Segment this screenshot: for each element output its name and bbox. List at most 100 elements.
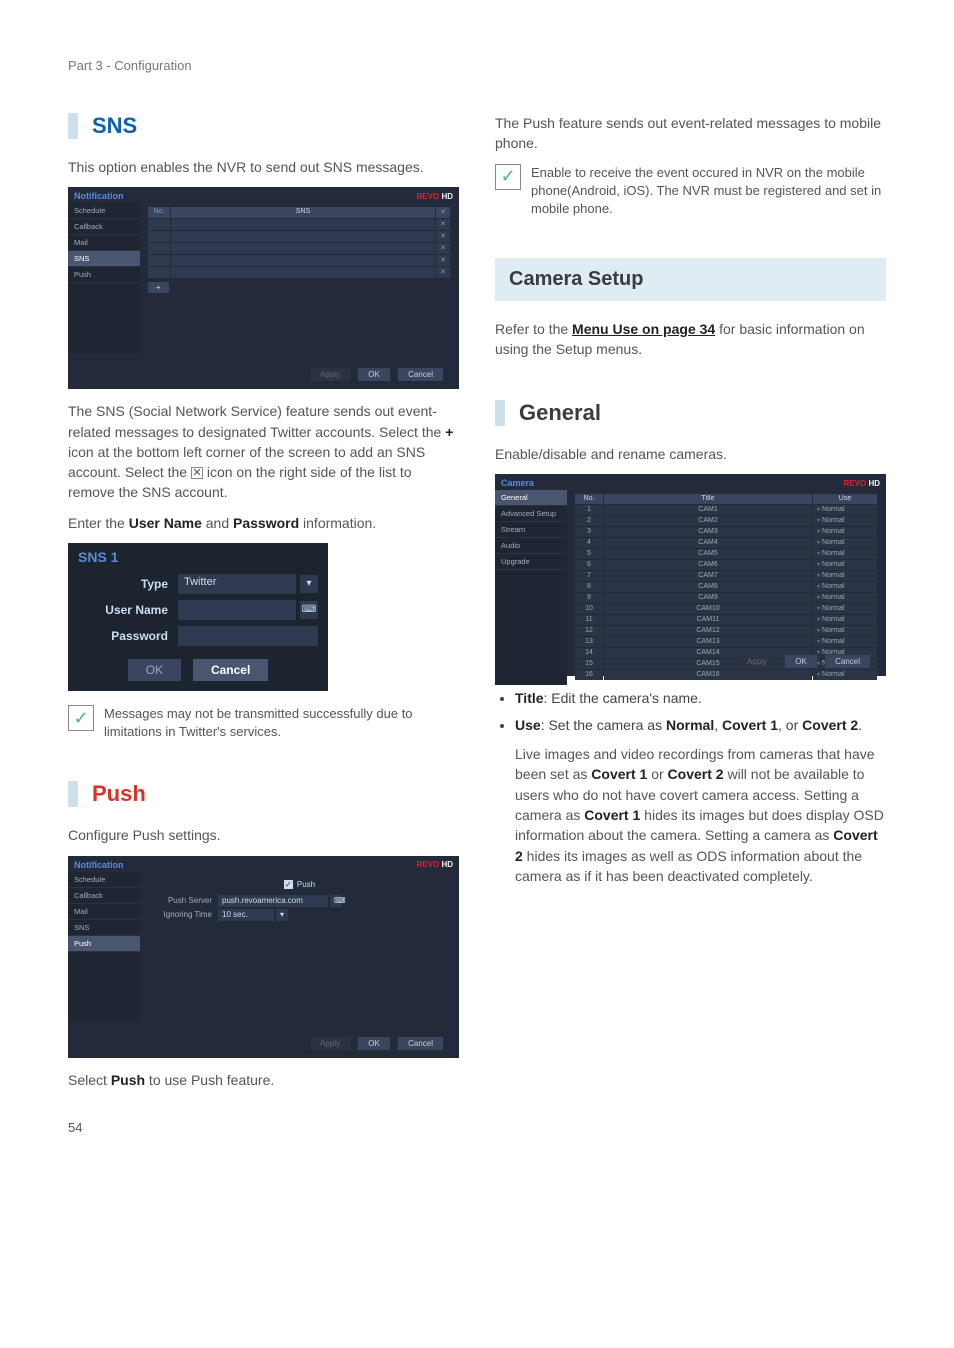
cell-no: 9	[575, 593, 603, 603]
cell-title[interactable]: CAM12	[604, 626, 812, 636]
col-header-sns: SNS	[171, 207, 435, 218]
sidebar-item[interactable]: Stream	[495, 522, 567, 538]
cell-title[interactable]: CAM13	[604, 637, 812, 647]
table-row: 6CAM6▾Normal	[575, 560, 878, 570]
cell-title[interactable]: CAM6	[604, 560, 812, 570]
tip-text: Messages may not be transmitted successf…	[104, 705, 459, 741]
remove-icon[interactable]: ✕	[436, 255, 450, 266]
cell-title[interactable]: CAM11	[604, 615, 812, 625]
sns-dialog: SNS 1 Type Twitter▾ User Name ⌨ Password…	[68, 543, 328, 691]
sidebar-item[interactable]: Advanced Setup	[495, 506, 567, 522]
cell-use-dropdown[interactable]: ▾Normal	[813, 626, 877, 636]
col-header-use: Use	[813, 494, 877, 504]
sidebar-item-active[interactable]: Push	[68, 936, 140, 952]
username-input[interactable]	[178, 600, 296, 620]
table-row: 7CAM7▾Normal	[575, 571, 878, 581]
sns-intro: This option enables the NVR to send out …	[68, 157, 459, 177]
page-number: 54	[68, 1120, 459, 1135]
push-app-screenshot: Notification REVO HD Schedule Callback M…	[68, 856, 459, 1058]
sidebar-item[interactable]: Upgrade	[495, 554, 567, 570]
sidebar-item[interactable]: Mail	[68, 904, 140, 920]
cell-use-dropdown[interactable]: ▾Normal	[813, 505, 877, 515]
sidebar-item[interactable]: Push	[68, 267, 140, 283]
cell-title[interactable]: CAM1	[604, 505, 812, 515]
push-desc: Select Push to use Push feature.	[68, 1070, 459, 1090]
cell-title[interactable]: CAM8	[604, 582, 812, 592]
cell-use-dropdown[interactable]: ▾Normal	[813, 582, 877, 592]
cancel-button[interactable]: Cancel	[398, 368, 443, 381]
sidebar-item[interactable]: Mail	[68, 235, 140, 251]
remove-icon[interactable]: ✕	[436, 231, 450, 242]
cell-use-dropdown[interactable]: ▾Normal	[813, 615, 877, 625]
general-app-screenshot: Camera REVO HD General Advanced Setup St…	[495, 474, 886, 676]
cell-use-dropdown[interactable]: ▾Normal	[813, 571, 877, 581]
bullet-title: Title: Edit the camera's name.	[515, 688, 886, 709]
cancel-button[interactable]: Cancel	[825, 655, 870, 668]
cell-no: 7	[575, 571, 603, 581]
ignore-time-label: Ignoring Time	[148, 910, 218, 919]
section-heading-general: General	[495, 400, 886, 426]
cell-title[interactable]: CAM3	[604, 527, 812, 537]
col-header-no: No.	[148, 207, 170, 218]
sidebar-item[interactable]: Audio	[495, 538, 567, 554]
table-row: 12CAM12▾Normal	[575, 626, 878, 636]
dropdown-icon[interactable]: ▾	[300, 575, 318, 593]
cell-no: 3	[575, 527, 603, 537]
sidebar-item[interactable]: Schedule	[68, 203, 140, 219]
push-checkbox[interactable]: ✓	[284, 880, 293, 889]
cell-title[interactable]: CAM10	[604, 604, 812, 614]
cell-no: 6	[575, 560, 603, 570]
cell-no: 4	[575, 538, 603, 548]
sidebar-item-active[interactable]: General	[495, 490, 567, 506]
cell-no: 15	[575, 659, 603, 669]
dialog-ok-button[interactable]: OK	[128, 659, 181, 681]
sidebar-item[interactable]: Callback	[68, 888, 140, 904]
ok-button[interactable]: OK	[358, 1037, 390, 1050]
remove-icon[interactable]: ✕	[436, 267, 450, 278]
keyboard-icon[interactable]: ⌨	[330, 895, 342, 907]
cell-title[interactable]: CAM9	[604, 593, 812, 603]
cell-use-dropdown[interactable]: ▾Normal	[813, 516, 877, 526]
apply-button[interactable]: Apply	[310, 368, 350, 381]
cell-title[interactable]: CAM7	[604, 571, 812, 581]
ignore-time-field[interactable]: 10 sec.	[218, 909, 274, 921]
cell-use-dropdown[interactable]: ▾Normal	[813, 560, 877, 570]
heading-text: General	[519, 400, 601, 426]
cell-no: 14	[575, 648, 603, 658]
cell-use-dropdown[interactable]: ▾Normal	[813, 637, 877, 647]
cell-use-dropdown[interactable]: ▾Normal	[813, 527, 877, 537]
push-top-desc: The Push feature sends out event-related…	[495, 113, 886, 154]
keyboard-icon[interactable]: ⌨	[300, 601, 318, 619]
password-input[interactable]	[178, 626, 318, 646]
sidebar-item[interactable]: Callback	[68, 219, 140, 235]
check-icon: ✓	[495, 164, 521, 190]
sidebar-item-active[interactable]: SNS	[68, 251, 140, 267]
sidebar-item[interactable]: SNS	[68, 920, 140, 936]
cell-use-dropdown[interactable]: ▾Normal	[813, 604, 877, 614]
dialog-cancel-button[interactable]: Cancel	[193, 659, 268, 681]
apply-button[interactable]: Apply	[737, 655, 777, 668]
menu-use-link[interactable]: Menu Use on page 34	[572, 321, 715, 337]
add-sns-button[interactable]: +	[148, 282, 169, 293]
cell-use-dropdown[interactable]: ▾Normal	[813, 538, 877, 548]
cell-title[interactable]: CAM4	[604, 538, 812, 548]
password-label: Password	[78, 629, 178, 643]
type-dropdown[interactable]: Twitter	[178, 574, 296, 594]
table-row: 8CAM8▾Normal	[575, 582, 878, 592]
apply-button[interactable]: Apply	[310, 1037, 350, 1050]
cell-title[interactable]: CAM5	[604, 549, 812, 559]
ok-button[interactable]: OK	[358, 368, 390, 381]
cancel-button[interactable]: Cancel	[398, 1037, 443, 1050]
dropdown-icon[interactable]: ▾	[276, 909, 288, 921]
ok-button[interactable]: OK	[785, 655, 817, 668]
heading-text: Camera Setup	[509, 268, 644, 290]
remove-icon[interactable]: ✕	[436, 243, 450, 254]
cell-use-dropdown[interactable]: ▾Normal	[813, 549, 877, 559]
brand-logo: REVO HD	[844, 479, 880, 488]
cell-use-dropdown[interactable]: ▾Normal	[813, 593, 877, 603]
breadcrumb: Part 3 - Configuration	[68, 58, 886, 73]
cell-title[interactable]: CAM2	[604, 516, 812, 526]
push-server-field[interactable]: push.revoamerica.com	[218, 895, 328, 907]
sidebar-item[interactable]: Schedule	[68, 872, 140, 888]
remove-icon[interactable]: ✕	[436, 219, 450, 230]
